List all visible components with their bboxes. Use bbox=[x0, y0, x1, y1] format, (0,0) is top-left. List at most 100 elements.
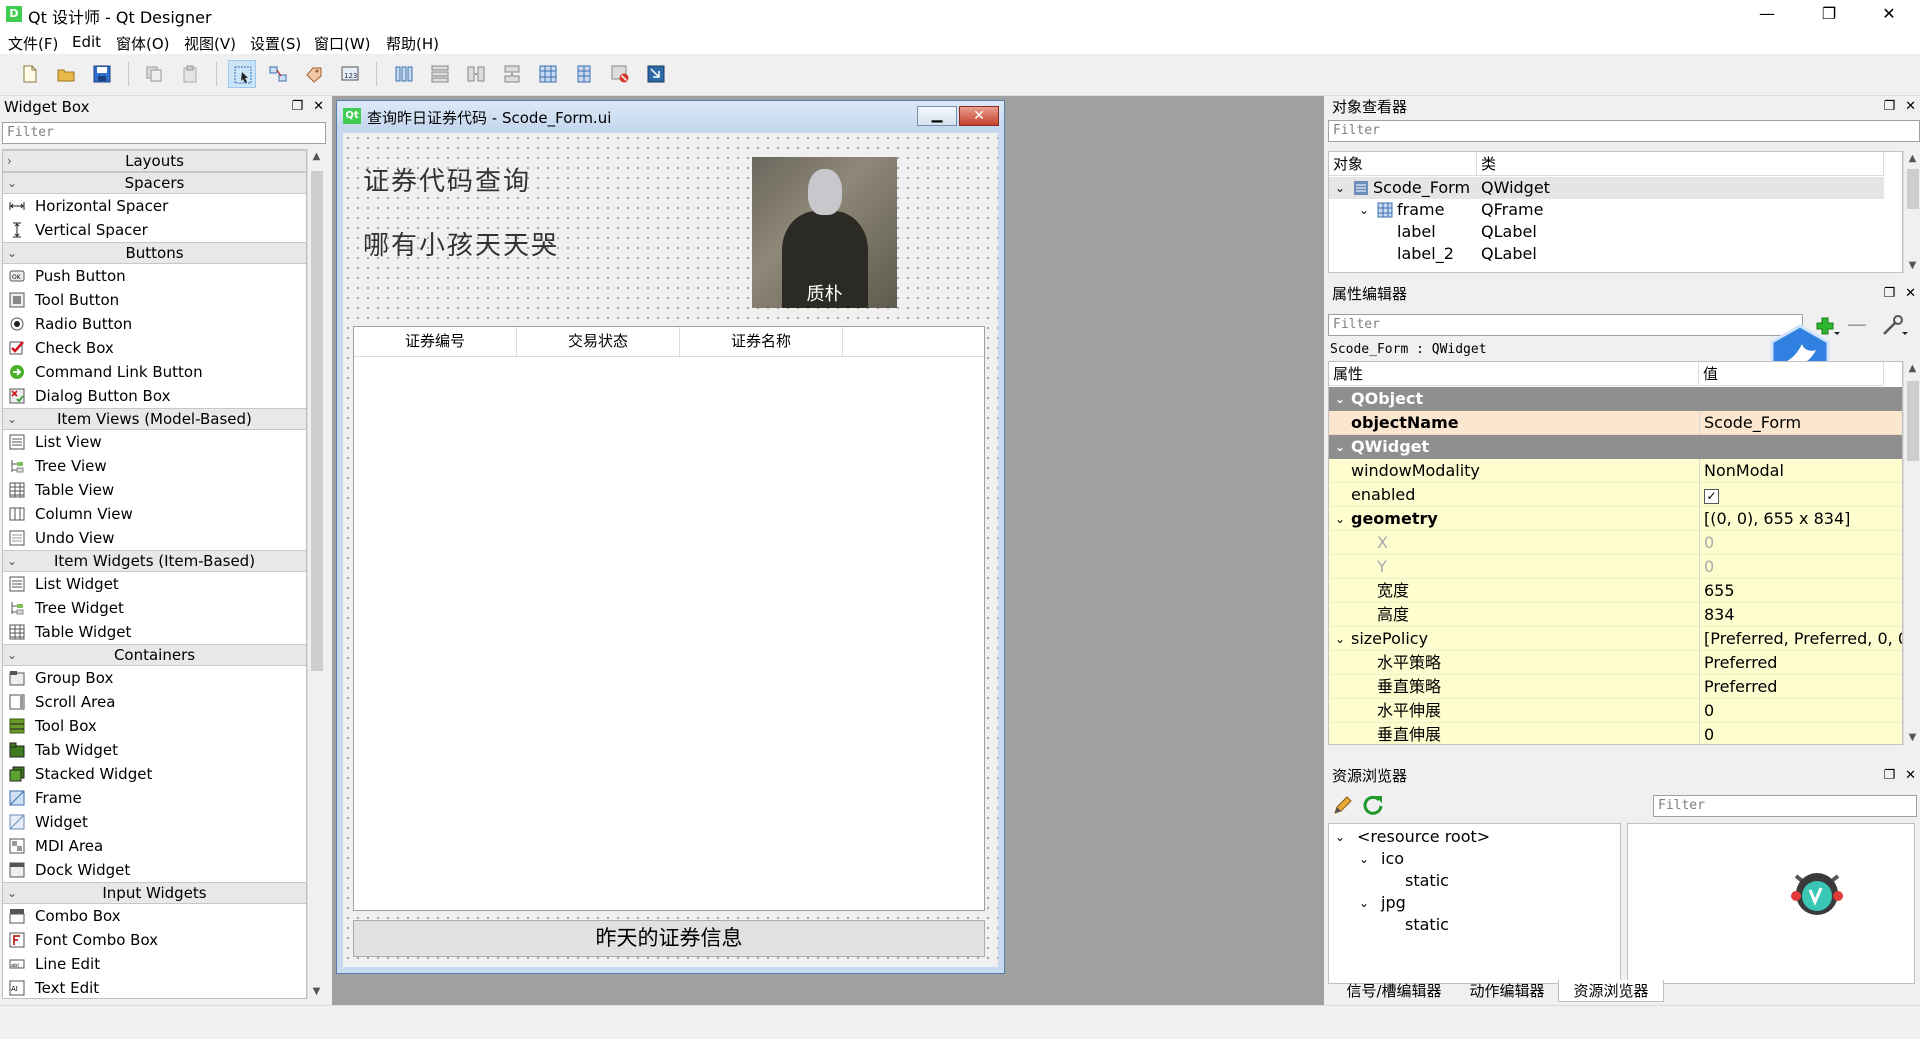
form-canvas[interactable]: 证券代码查询 哪有小孩天天哭 质朴 证券编号 交易状态 证券名称 昨天的证券信息 bbox=[343, 133, 998, 967]
resource-folder-jpg-static[interactable]: static bbox=[1329, 914, 1620, 936]
value-column-header[interactable]: 值 bbox=[1699, 362, 1884, 386]
tab-signal-slot-editor[interactable]: 信号/槽编辑器 bbox=[1332, 980, 1456, 1002]
tab-resource-browser[interactable]: 资源浏览器 bbox=[1558, 980, 1664, 1002]
minimize-button[interactable]: — bbox=[1744, 0, 1790, 30]
remove-dynamic-property-button[interactable]: — bbox=[1844, 312, 1870, 338]
property-row-objectname[interactable]: objectName Scode_Form bbox=[1329, 411, 1902, 435]
form-label-subtitle[interactable]: 哪有小孩天天哭 bbox=[363, 225, 559, 262]
widget-dock-widget[interactable]: Dock Widget bbox=[3, 858, 306, 882]
close-dock-icon[interactable]: ✕ bbox=[1905, 768, 1916, 783]
scroll-up-arrow-icon[interactable]: ▲ bbox=[1904, 363, 1920, 374]
property-value[interactable]: ✓ bbox=[1699, 483, 1719, 507]
form-label-title[interactable]: 证券代码查询 bbox=[363, 161, 531, 198]
property-value[interactable]: Scode_Form bbox=[1699, 411, 1801, 435]
property-value[interactable]: 0 bbox=[1699, 723, 1714, 744]
form-title-bar[interactable]: Qt 查询昨日证券代码 - Scode_Form.ui ▁ ✕ bbox=[337, 101, 1004, 131]
menu-form[interactable]: 窗体(O) bbox=[116, 33, 170, 54]
menu-file[interactable]: 文件(F) bbox=[8, 33, 58, 54]
widget-vertical-spacer[interactable]: Vertical Spacer bbox=[3, 218, 306, 242]
resource-filter-input[interactable]: Filter bbox=[1653, 795, 1917, 817]
widget-list-view[interactable]: List View bbox=[3, 430, 306, 454]
scroll-down-arrow-icon[interactable]: ▼ bbox=[1904, 260, 1920, 271]
reload-resources-button[interactable] bbox=[1362, 794, 1386, 818]
property-row-enabled[interactable]: enabled ✓ bbox=[1329, 483, 1902, 507]
widget-mdi-area[interactable]: MDI Area bbox=[3, 834, 306, 858]
widget-frame[interactable]: Frame bbox=[3, 786, 306, 810]
widget-tree-widget[interactable]: Tree Widget bbox=[3, 596, 306, 620]
float-dock-icon[interactable]: ❐ bbox=[291, 99, 303, 114]
property-group-qobject[interactable]: ⌄ QObject bbox=[1329, 387, 1902, 411]
property-value[interactable]: NonModal bbox=[1699, 459, 1784, 483]
adjust-size-button[interactable] bbox=[642, 60, 670, 88]
close-button[interactable]: ✕ bbox=[1866, 0, 1912, 30]
layout-vertical-button[interactable] bbox=[426, 60, 454, 88]
widget-scroll-area[interactable]: Scroll Area bbox=[3, 690, 306, 714]
widget-list-widget[interactable]: List Widget bbox=[3, 572, 306, 596]
paste-button[interactable] bbox=[176, 60, 204, 88]
scroll-down-arrow-icon[interactable]: ▼ bbox=[308, 986, 325, 997]
tree-row-label-2[interactable]: label_2 QLabel bbox=[1329, 243, 1884, 265]
scrollbar-thumb[interactable] bbox=[1907, 381, 1919, 461]
category-layouts[interactable]: › Layouts bbox=[3, 150, 306, 172]
scroll-up-arrow-icon[interactable]: ▲ bbox=[308, 151, 325, 162]
resource-folder-ico-static[interactable]: static bbox=[1329, 870, 1620, 892]
property-value[interactable]: 834 bbox=[1699, 603, 1735, 627]
property-row-hstretch[interactable]: 水平伸展 0 bbox=[1329, 699, 1902, 723]
property-row-geometry[interactable]: ⌄ geometry [(0, 0), 655 x 834] bbox=[1329, 507, 1902, 531]
edit-widgets-button[interactable] bbox=[228, 60, 256, 88]
edit-buddies-button[interactable] bbox=[300, 60, 328, 88]
yesterday-securities-button[interactable]: 昨天的证券信息 bbox=[353, 920, 985, 957]
edit-tab-order-button[interactable]: 123 bbox=[336, 60, 364, 88]
widget-undo-view[interactable]: Undo View bbox=[3, 526, 306, 550]
widget-column-view[interactable]: Column View bbox=[3, 502, 306, 526]
property-value[interactable]: [Preferred, Preferred, 0, 0] bbox=[1699, 627, 1902, 651]
property-value[interactable]: Preferred bbox=[1699, 675, 1777, 699]
property-row-vpolicy[interactable]: 垂直策略 Preferred bbox=[1329, 675, 1902, 699]
category-spacers[interactable]: ⌄ Spacers bbox=[3, 172, 306, 194]
layout-form-button[interactable] bbox=[570, 60, 598, 88]
property-table-scrollbar[interactable]: ▲ ▼ bbox=[1903, 361, 1920, 745]
enabled-checkbox[interactable]: ✓ bbox=[1704, 489, 1719, 504]
property-value[interactable]: [(0, 0), 655 x 834] bbox=[1699, 507, 1850, 531]
widget-font-combo-box[interactable]: Font Combo Box bbox=[3, 928, 306, 952]
property-row-y[interactable]: Y 0 bbox=[1329, 555, 1902, 579]
menu-window[interactable]: 窗口(W) bbox=[314, 33, 371, 54]
widget-push-button[interactable]: OK Push Button bbox=[3, 264, 306, 288]
layout-horizontal-splitter-button[interactable] bbox=[462, 60, 490, 88]
widget-tab-widget[interactable]: Tab Widget bbox=[3, 738, 306, 762]
category-item-views[interactable]: ⌄ Item Views (Model-Based) bbox=[3, 408, 306, 430]
break-layout-button[interactable] bbox=[606, 60, 634, 88]
copy-button[interactable] bbox=[140, 60, 168, 88]
property-value[interactable]: 0 bbox=[1699, 555, 1714, 579]
widget-box-filter-input[interactable]: Filter bbox=[2, 122, 326, 144]
property-row-windowmodality[interactable]: windowModality NonModal bbox=[1329, 459, 1902, 483]
scroll-up-arrow-icon[interactable]: ▲ bbox=[1904, 153, 1920, 164]
menu-view[interactable]: 视图(V) bbox=[184, 33, 236, 54]
property-row-hpolicy[interactable]: 水平策略 Preferred bbox=[1329, 651, 1902, 675]
menu-edit[interactable]: Edit bbox=[72, 33, 101, 51]
scroll-down-arrow-icon[interactable]: ▼ bbox=[1904, 732, 1920, 743]
property-editor-filter-input[interactable]: Filter bbox=[1328, 314, 1803, 336]
configure-property-editor-button[interactable] bbox=[1880, 312, 1910, 338]
property-row-height[interactable]: 高度 834 bbox=[1329, 603, 1902, 627]
property-value[interactable]: 0 bbox=[1699, 699, 1714, 723]
scrollbar-thumb[interactable] bbox=[1907, 169, 1919, 209]
property-group-qwidget[interactable]: ⌄ QWidget bbox=[1329, 435, 1902, 459]
widget-tool-box[interactable]: Tool Box bbox=[3, 714, 306, 738]
new-file-button[interactable] bbox=[16, 60, 44, 88]
close-dock-icon[interactable]: ✕ bbox=[1905, 286, 1916, 301]
property-value[interactable]: Preferred bbox=[1699, 651, 1777, 675]
open-file-button[interactable] bbox=[52, 60, 80, 88]
edit-signals-slots-button[interactable] bbox=[264, 60, 292, 88]
table-header-name[interactable]: 证券名称 bbox=[680, 327, 843, 357]
property-value[interactable]: 0 bbox=[1699, 531, 1714, 555]
property-row-width[interactable]: 宽度 655 bbox=[1329, 579, 1902, 603]
maximize-button[interactable]: ❐ bbox=[1806, 0, 1852, 30]
object-tree-scrollbar[interactable]: ▲ ▼ bbox=[1903, 151, 1920, 273]
category-item-widgets[interactable]: ⌄ Item Widgets (Item-Based) bbox=[3, 550, 306, 572]
tree-row-frame[interactable]: ⌄ frame QFrame bbox=[1329, 199, 1884, 221]
table-header-code[interactable]: 证券编号 bbox=[354, 327, 517, 357]
form-photo-image[interactable]: 质朴 bbox=[752, 157, 897, 308]
property-value[interactable]: 655 bbox=[1699, 579, 1735, 603]
category-containers[interactable]: ⌄ Containers bbox=[3, 644, 306, 666]
